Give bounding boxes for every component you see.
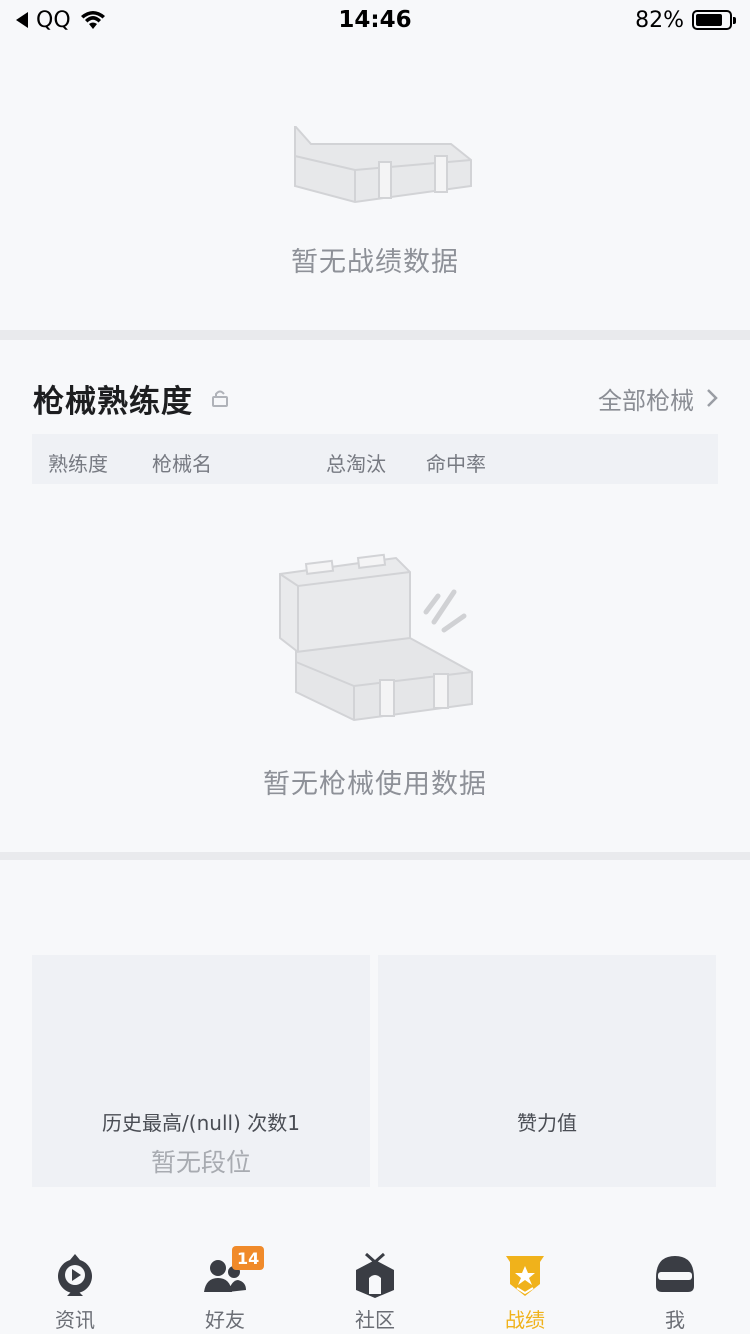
wifi-icon [80, 11, 105, 29]
rank-card-praise[interactable]: 赞力值 [378, 955, 716, 1187]
tab-community[interactable]: 社区 [300, 1240, 450, 1334]
bottom-tab-bar: 资讯 14 好友 社区 战绩 我 [0, 1240, 750, 1334]
rank-history-text: 历史最高/(null) 次数1 [102, 1111, 300, 1135]
all-weapons-link[interactable]: 全部枪械 [598, 381, 718, 416]
column-weapon-name[interactable]: 枪械名 [152, 448, 212, 477]
column-total-kills[interactable]: 总淘汰 [326, 448, 386, 477]
lock-icon[interactable] [211, 389, 229, 407]
tab-label-records: 战绩 [505, 1308, 545, 1332]
empty-weapon-text: 暂无枪械使用数据 [263, 769, 487, 800]
tab-me[interactable]: 我 [600, 1240, 750, 1334]
tab-news[interactable]: 资讯 [0, 1240, 150, 1334]
tab-label-me: 我 [665, 1308, 685, 1332]
empty-chest-icon [294, 126, 472, 204]
tab-friends[interactable]: 14 好友 [150, 1240, 300, 1334]
weapon-mastery-section: 枪械熟练度 全部枪械 熟练度 枪械名 总淘汰 命中率 暂无枪械使用数据 [0, 340, 750, 852]
column-proficiency[interactable]: 熟练度 [48, 448, 108, 477]
chevron-right-icon [707, 389, 718, 407]
community-icon [356, 1252, 394, 1298]
battery-percent: 82% [635, 7, 684, 33]
battery-icon [692, 10, 736, 30]
tab-label-friends: 好友 [205, 1308, 245, 1332]
carrier-label[interactable]: QQ [36, 8, 71, 33]
status-bar: QQ 14:46 82% [0, 0, 750, 40]
friends-badge: 14 [232, 1246, 265, 1270]
rank-card-history[interactable]: 历史最高/(null) 次数1 暂无段位 [32, 955, 370, 1187]
empty-open-chest-icon [279, 553, 473, 722]
empty-record-text: 暂无战绩数据 [291, 247, 459, 278]
friends-icon-wrap: 14 [202, 1246, 265, 1298]
section-divider [0, 852, 750, 860]
weapon-title-row: 枪械熟练度 全部枪械 [33, 376, 718, 420]
record-badge-icon [506, 1256, 544, 1296]
tab-label-news: 资讯 [55, 1308, 95, 1332]
news-play-icon [58, 1254, 92, 1296]
rank-cards: 历史最高/(null) 次数1 暂无段位 赞力值 [32, 955, 718, 1187]
helmet-icon [656, 1256, 694, 1292]
status-left: QQ [16, 8, 107, 33]
battery-fill [696, 14, 723, 26]
rank-none-text: 暂无段位 [150, 1148, 251, 1177]
all-weapons-label: 全部枪械 [598, 386, 694, 415]
tab-records[interactable]: 战绩 [450, 1240, 600, 1334]
status-right: 82% [635, 7, 736, 33]
weapon-table-header: 熟练度 枪械名 总淘汰 命中率 [32, 434, 718, 484]
tab-label-community: 社区 [355, 1308, 395, 1332]
praise-value-label: 赞力值 [517, 1111, 577, 1135]
record-summary-section: 暂无战绩数据 [0, 40, 750, 330]
weapon-title-text: 枪械熟练度 [33, 383, 193, 420]
back-arrow-icon[interactable] [16, 12, 28, 28]
weapon-title: 枪械熟练度 [33, 376, 229, 421]
section-divider [0, 330, 750, 340]
column-hit-rate[interactable]: 命中率 [426, 448, 486, 477]
